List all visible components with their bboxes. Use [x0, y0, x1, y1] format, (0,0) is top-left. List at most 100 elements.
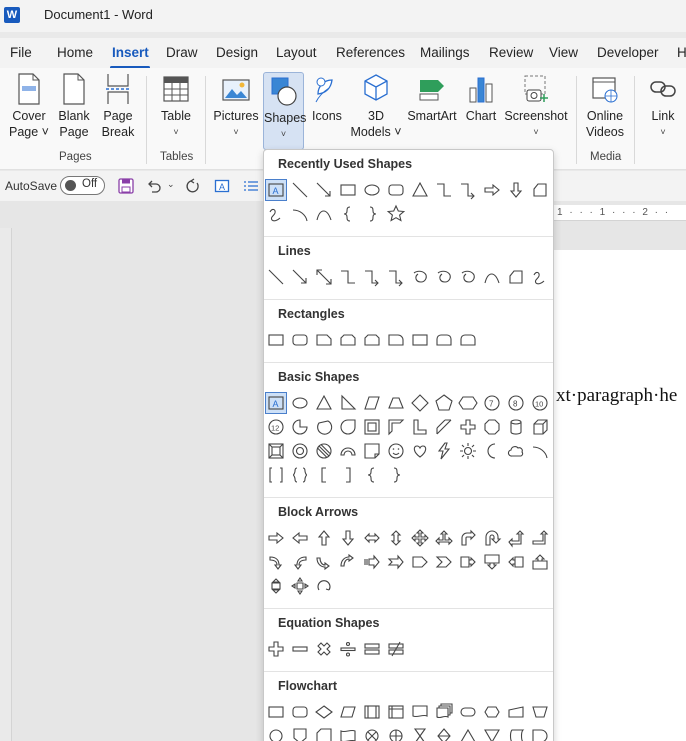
- shape-moon-icon[interactable]: [482, 441, 502, 461]
- shape-tri-icon[interactable]: [410, 180, 430, 200]
- undo-icon[interactable]: [146, 178, 162, 194]
- shape-striped-icon[interactable]: [362, 552, 382, 572]
- shape-diagstripe-icon[interactable]: [434, 417, 454, 437]
- shape-curvedu-icon[interactable]: [314, 552, 334, 572]
- pictures-button[interactable]: Pictures ˅: [212, 72, 260, 140]
- shape-arc-icon[interactable]: [530, 441, 550, 461]
- shape-fpredef-icon[interactable]: [362, 702, 382, 722]
- shape-fmanop-icon[interactable]: [530, 702, 550, 722]
- shape-line-icon[interactable]: [290, 180, 310, 200]
- shape-hex-icon[interactable]: [458, 393, 478, 413]
- shape-num7-icon[interactable]: 7: [482, 393, 502, 413]
- shape-rtri-icon[interactable]: [338, 393, 358, 413]
- shape-num10-icon[interactable]: 10: [530, 393, 550, 413]
- shape-falt-icon[interactable]: [290, 702, 310, 722]
- shape-freeform-icon[interactable]: [530, 180, 550, 200]
- shape-wave-icon[interactable]: [434, 267, 454, 287]
- shape-octagon-icon[interactable]: [482, 417, 502, 437]
- shape-freeform-icon[interactable]: [506, 267, 526, 287]
- horizontal-ruler[interactable]: 1 · · · 1 · · · 2 · ·: [553, 205, 686, 221]
- shape-eqminus-icon[interactable]: [290, 639, 310, 659]
- shape-quadcallout-icon[interactable]: [290, 576, 310, 596]
- redo-icon[interactable]: [185, 178, 201, 194]
- shape-oval-icon[interactable]: [290, 393, 310, 413]
- list-icon[interactable]: [243, 178, 259, 194]
- shape-elbowarrow-icon[interactable]: [386, 267, 406, 287]
- shape-elbowarrow-icon[interactable]: [362, 267, 382, 287]
- shape-lbrace-icon[interactable]: [338, 204, 358, 224]
- tab-developer[interactable]: Developer: [597, 45, 659, 60]
- shape-curvedl-icon[interactable]: [290, 552, 310, 572]
- shape-notched-icon[interactable]: [386, 552, 406, 572]
- shape-fmultidoc-icon[interactable]: [434, 702, 454, 722]
- shape-fmerge-icon[interactable]: [482, 726, 502, 741]
- shape-diamond-icon[interactable]: [410, 393, 430, 413]
- tab-draw[interactable]: Draw: [166, 45, 198, 60]
- shape-snip2-icon[interactable]: [338, 330, 358, 350]
- shape-larrow-icon[interactable]: [290, 528, 310, 548]
- shape-fstored-icon[interactable]: [506, 726, 526, 741]
- shape-arrowline-icon[interactable]: [314, 180, 334, 200]
- vertical-ruler[interactable]: [0, 228, 12, 741]
- document-page[interactable]: [553, 250, 686, 741]
- shape-blockarc-icon[interactable]: [338, 441, 358, 461]
- undo-dropdown-icon[interactable]: ⌄: [167, 179, 175, 190]
- shape-smiley-icon[interactable]: [386, 441, 406, 461]
- shape-donut-icon[interactable]: [290, 441, 310, 461]
- shape-fterm-icon[interactable]: [458, 702, 478, 722]
- shape-foffpage-icon[interactable]: [290, 726, 310, 741]
- tab-references[interactable]: References: [336, 45, 405, 60]
- shape-fcollate-icon[interactable]: [410, 726, 430, 741]
- shape-fcard-icon[interactable]: [314, 726, 334, 741]
- shape-udarrow-icon[interactable]: [386, 528, 406, 548]
- shape-dcallout-icon[interactable]: [482, 552, 502, 572]
- shape-line-icon[interactable]: [266, 267, 286, 287]
- tab-insert[interactable]: Insert: [112, 45, 149, 60]
- shape-uarrow-icon[interactable]: [314, 528, 334, 548]
- shape-eqdiv-icon[interactable]: [338, 639, 358, 659]
- shape-bent-icon[interactable]: [458, 528, 478, 548]
- shape-rect-icon[interactable]: [266, 330, 286, 350]
- shape-pent-icon[interactable]: [434, 393, 454, 413]
- shape-ftape-icon[interactable]: [338, 726, 358, 741]
- cover-page-button[interactable]: Cover Page ˅: [6, 72, 52, 140]
- shape-trap-icon[interactable]: [386, 393, 406, 413]
- shape-bolt-icon[interactable]: [434, 441, 454, 461]
- shape-fsum-icon[interactable]: [362, 726, 382, 741]
- shape-eqequal-icon[interactable]: [362, 639, 382, 659]
- shape-fmanual-icon[interactable]: [506, 702, 526, 722]
- document-text[interactable]: xt·paragraph·he: [556, 385, 677, 407]
- shape-chord-icon[interactable]: [314, 417, 334, 437]
- shape-lcallout-icon[interactable]: [506, 552, 526, 572]
- shape-pentagonarrow-icon[interactable]: [410, 552, 430, 572]
- shape-lshape-icon[interactable]: [410, 417, 430, 437]
- shape-elbow-icon[interactable]: [434, 180, 454, 200]
- shape-scribble-icon[interactable]: [266, 204, 286, 224]
- shape-darrow-icon[interactable]: [506, 180, 526, 200]
- shape-scribble-icon[interactable]: [530, 267, 550, 287]
- tab-view[interactable]: View: [549, 45, 578, 60]
- text-box-icon[interactable]: A: [214, 178, 230, 194]
- shape-lrarrow-icon[interactable]: [362, 528, 382, 548]
- shape-num8-icon[interactable]: 8: [506, 393, 526, 413]
- tab-layout[interactable]: Layout: [276, 45, 317, 60]
- shape-textbox-icon[interactable]: A: [265, 179, 287, 201]
- shape-rbrace-icon[interactable]: [362, 204, 382, 224]
- shape-chevron-icon[interactable]: [434, 552, 454, 572]
- shape-snip1-icon[interactable]: [314, 330, 334, 350]
- shape-rarrow-icon[interactable]: [482, 180, 502, 200]
- shape-frame-icon[interactable]: [362, 417, 382, 437]
- shape-num12-icon[interactable]: 12: [266, 417, 286, 437]
- shape-lbrace-icon[interactable]: [362, 465, 382, 485]
- shape-fdata-icon[interactable]: [338, 702, 358, 722]
- shape-star-icon[interactable]: [386, 204, 406, 224]
- shape-lrupa-icon[interactable]: [434, 528, 454, 548]
- tab-help[interactable]: H: [677, 45, 686, 60]
- shape-tri-icon[interactable]: [314, 393, 334, 413]
- shape-quadarrow-icon[interactable]: [410, 528, 430, 548]
- shape-curve-icon[interactable]: [314, 204, 334, 224]
- shape-halfframe-icon[interactable]: [386, 417, 406, 437]
- shape-heart-icon[interactable]: [410, 441, 430, 461]
- shape-elbow-icon[interactable]: [338, 267, 358, 287]
- shape-wave-icon[interactable]: [410, 267, 430, 287]
